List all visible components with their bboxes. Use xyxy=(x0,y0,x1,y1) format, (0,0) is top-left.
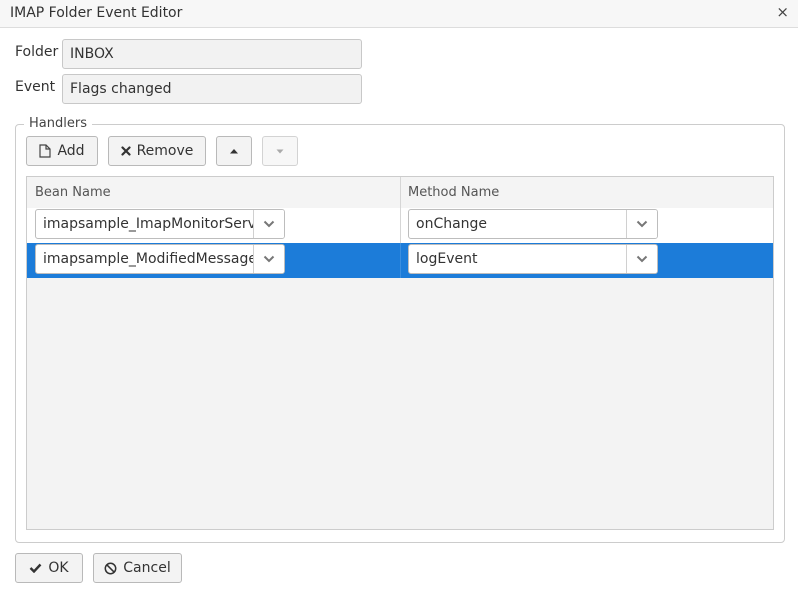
bean-name-combo[interactable]: imapsample_ModifiedMessageS xyxy=(35,244,285,274)
method-name-value: onChange xyxy=(416,216,488,232)
column-divider xyxy=(400,177,401,208)
title-bar: IMAP Folder Event Editor × xyxy=(0,0,798,28)
column-divider xyxy=(400,243,401,278)
table-header: Bean Name Method Name xyxy=(27,177,773,209)
folder-field[interactable]: INBOX xyxy=(62,39,362,69)
remove-button-label: Remove xyxy=(136,143,194,159)
add-button-label: Add xyxy=(57,143,85,159)
x-icon xyxy=(120,146,131,156)
chevron-down-icon[interactable] xyxy=(253,210,284,238)
bean-name-value: imapsample_ImapMonitorServic xyxy=(43,216,253,232)
folder-label: Folder xyxy=(15,44,59,60)
event-label: Event xyxy=(15,79,56,95)
table-row-selected[interactable]: imapsample_ModifiedMessageS logEvent xyxy=(27,243,773,278)
chevron-down-icon[interactable] xyxy=(626,210,657,238)
column-header-method-name[interactable]: Method Name xyxy=(408,177,499,208)
method-name-combo[interactable]: onChange xyxy=(408,209,658,239)
cancel-button[interactable]: Cancel xyxy=(93,553,182,583)
table-row[interactable]: imapsample_ImapMonitorServic onChange xyxy=(27,208,773,244)
bean-name-combo[interactable]: imapsample_ImapMonitorServic xyxy=(35,209,285,239)
column-divider xyxy=(400,208,401,243)
ok-button-label: OK xyxy=(48,560,69,576)
file-icon xyxy=(39,144,52,158)
chevron-down-icon[interactable] xyxy=(626,245,657,273)
method-name-value: logEvent xyxy=(416,251,478,267)
remove-button[interactable]: Remove xyxy=(108,136,206,166)
column-header-bean-name[interactable]: Bean Name xyxy=(35,177,111,208)
add-button[interactable]: Add xyxy=(26,136,98,166)
window-title: IMAP Folder Event Editor xyxy=(10,5,183,21)
method-name-combo[interactable]: logEvent xyxy=(408,244,658,274)
handlers-table: Bean Name Method Name imapsample_ImapMon… xyxy=(26,176,774,530)
close-icon[interactable]: × xyxy=(776,3,789,21)
event-field[interactable]: Flags changed xyxy=(62,74,362,104)
arrow-up-icon xyxy=(229,148,239,154)
arrow-down-icon xyxy=(276,149,284,154)
move-down-button[interactable] xyxy=(262,136,298,166)
handlers-legend: Handlers xyxy=(24,116,92,131)
move-up-button[interactable] xyxy=(216,136,252,166)
chevron-down-icon[interactable] xyxy=(253,245,284,273)
checkmark-icon xyxy=(29,563,42,573)
ban-icon xyxy=(104,562,117,575)
cancel-button-label: Cancel xyxy=(123,560,171,576)
ok-button[interactable]: OK xyxy=(15,553,83,583)
bean-name-value: imapsample_ModifiedMessageS xyxy=(43,251,253,267)
